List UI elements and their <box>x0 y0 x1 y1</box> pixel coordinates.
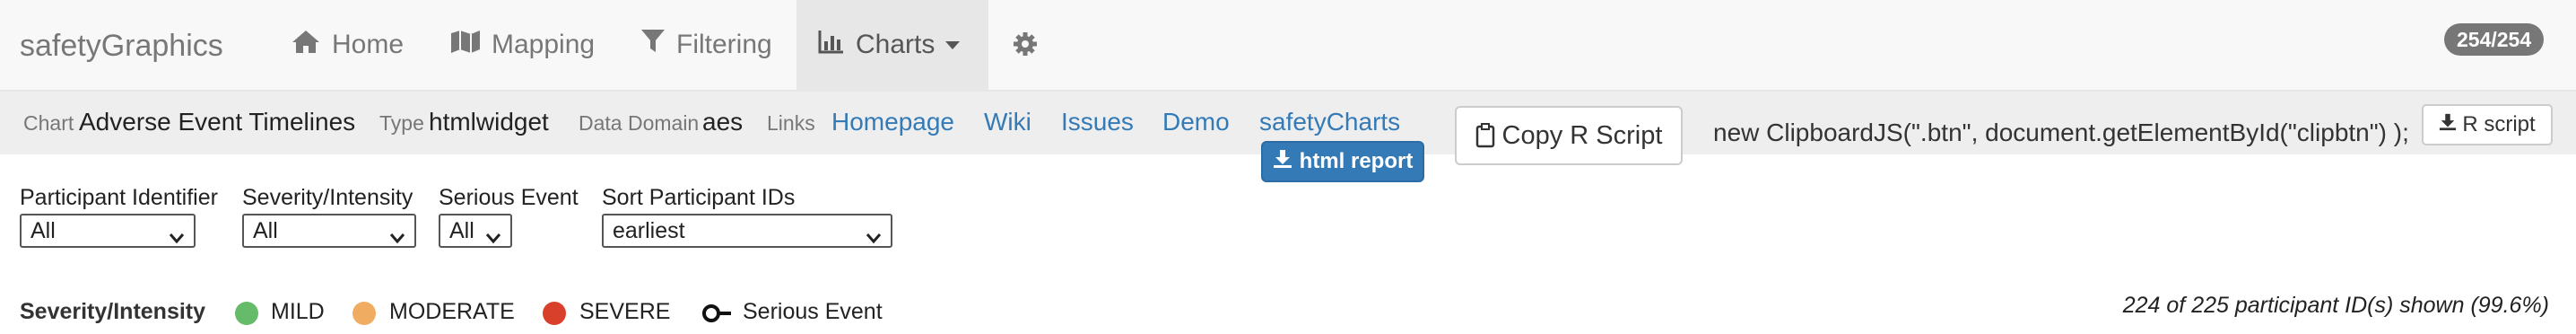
chevron-down-icon <box>866 224 882 250</box>
severity-intensity-value: All <box>253 217 278 243</box>
top-navbar: safetyGraphics Home Mapping Filtering Ch… <box>0 0 2576 92</box>
chart-label: Chart <box>23 111 74 135</box>
html-report-label: html report <box>1299 149 1414 173</box>
map-icon <box>450 29 481 61</box>
nav-mapping-label: Mapping <box>492 30 596 59</box>
legend-label-mild: MILD <box>271 299 325 324</box>
serious-event-label: Serious Event <box>439 185 579 210</box>
sort-participant-ids-label: Sort Participant IDs <box>602 185 796 210</box>
participant-count-status: 224 of 225 participant ID(s) shown (99.6… <box>2122 293 2549 318</box>
chevron-down-icon <box>945 40 961 49</box>
participant-identifier-select[interactable]: All <box>20 214 196 248</box>
participant-identifier-label: Participant Identifier <box>20 185 218 210</box>
link-issues[interactable]: Issues <box>1061 108 1134 136</box>
type-label: Type <box>379 111 424 135</box>
r-script-download-button[interactable]: R script <box>2422 104 2553 145</box>
chevron-down-icon <box>169 224 185 250</box>
clipboard-icon <box>1475 123 1494 148</box>
download-icon <box>1273 149 1292 175</box>
data-domain-label: Data Domain <box>579 111 700 135</box>
type-value: htmlwidget <box>429 108 549 136</box>
nav-filtering-label: Filtering <box>676 30 772 59</box>
home-icon <box>291 29 321 61</box>
legend-title: Severity/Intensity <box>20 299 206 324</box>
filter-icon <box>640 28 666 62</box>
participant-identifier-value: All <box>30 217 56 243</box>
nav-home[interactable]: Home <box>269 0 425 90</box>
link-demo[interactable]: Demo <box>1162 108 1230 136</box>
serious-event-value: All <box>449 217 474 243</box>
link-homepage[interactable]: Homepage <box>831 108 954 136</box>
legend-swatch-mild <box>235 302 258 325</box>
legend-swatch-moderate <box>352 302 376 325</box>
legend-label-moderate: MODERATE <box>389 299 515 324</box>
gear-icon[interactable] <box>1012 31 1039 62</box>
legend-label-serious-event: Serious Event <box>743 299 883 324</box>
serious-event-select[interactable]: All <box>439 214 512 248</box>
copy-r-script-button[interactable]: Copy R Script <box>1455 106 1683 165</box>
nav-charts-label: Charts <box>856 30 936 59</box>
download-icon <box>2439 112 2457 137</box>
app-brand[interactable]: safetyGraphics <box>20 29 223 64</box>
r-script-label: R script <box>2462 112 2536 136</box>
legend-label-severe: SEVERE <box>579 299 671 324</box>
chart-name: Adverse Event Timelines <box>79 108 356 136</box>
chevron-down-icon <box>389 224 405 250</box>
copy-r-script-label: Copy R Script <box>1501 120 1663 150</box>
nav-mapping[interactable]: Mapping <box>429 0 616 90</box>
sort-participant-ids-select[interactable]: earliest <box>602 214 892 248</box>
data-domain-value: aes <box>702 108 744 136</box>
clipboard-code-text: new ClipboardJS(".btn", document.getElem… <box>1713 119 2409 146</box>
nav-home-label: Home <box>332 30 405 59</box>
count-badge: 254/254 <box>2444 23 2545 56</box>
links-label: Links <box>767 111 815 135</box>
serious-event-marker-icon <box>701 302 732 330</box>
chevron-down-icon <box>485 224 501 250</box>
severity-intensity-label: Severity/Intensity <box>242 185 413 210</box>
link-wiki[interactable]: Wiki <box>984 108 1031 136</box>
bar-chart-icon <box>818 29 845 61</box>
html-report-button[interactable]: html report <box>1261 141 1424 182</box>
sort-participant-ids-value: earliest <box>613 217 685 243</box>
nav-charts[interactable]: Charts <box>796 0 988 90</box>
legend-swatch-severe <box>543 302 566 325</box>
link-safetycharts[interactable]: safetyCharts <box>1259 108 1400 136</box>
severity-intensity-select[interactable]: All <box>242 214 416 248</box>
nav-filtering[interactable]: Filtering <box>619 0 794 90</box>
